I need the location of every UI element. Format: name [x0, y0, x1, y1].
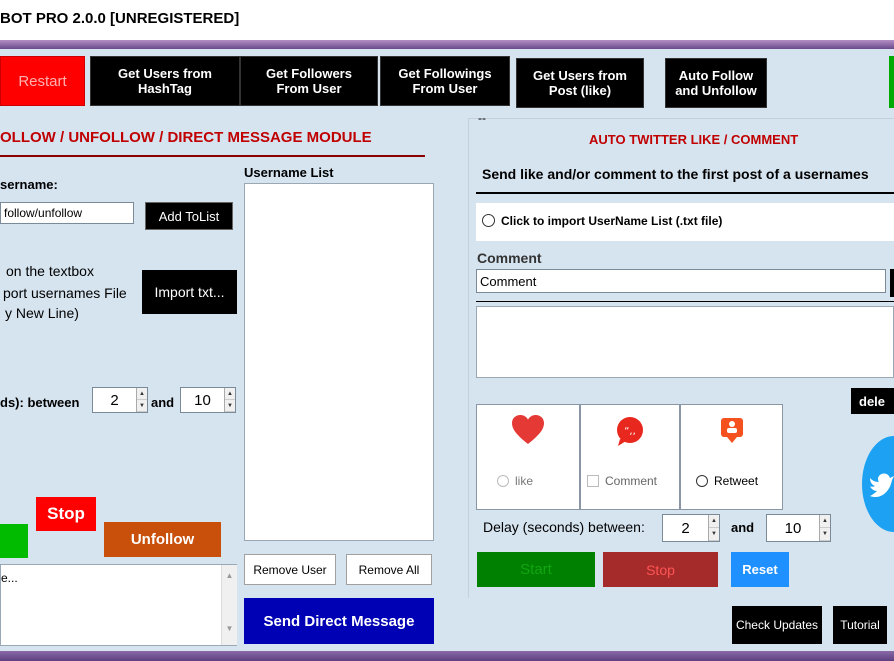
start-like-button[interactable]: Start	[477, 552, 595, 587]
delete-button[interactable]: dele	[851, 388, 894, 414]
log-scrollbar[interactable]: ▲ ▼	[221, 565, 237, 645]
import-txt-button[interactable]: Import txt...	[142, 270, 237, 314]
bird-icon	[870, 473, 894, 498]
right-delay-min-value: 2	[681, 519, 690, 537]
check-updates-button[interactable]: Check Updates	[732, 606, 822, 644]
like-radio-icon[interactable]	[497, 475, 509, 487]
right-delay-max-value: 10	[784, 519, 802, 537]
retweet-icon	[721, 418, 743, 443]
get-users-hashtag-button[interactable]: Get Users from HashTag	[90, 56, 240, 106]
retweet-radio-icon[interactable]	[696, 475, 708, 487]
left-delay-and: and	[151, 395, 175, 410]
log-box[interactable]: e... ▲ ▼	[0, 564, 237, 646]
tutorial-button[interactable]: Tutorial	[833, 606, 887, 644]
import-radio-label: Click to import UserName List (.txt file…	[501, 214, 723, 228]
window-title: BOT PRO 2.0.0 [UNREGISTERED]	[0, 10, 240, 27]
spin-down-icon[interactable]: ▼	[709, 528, 719, 541]
import-hint-line2: port usernames File	[3, 285, 127, 301]
left-delay-min-value: 2	[110, 391, 119, 409]
remove-all-button[interactable]: Remove All	[346, 554, 432, 585]
auto-twitter-subtitle: Send like and/or comment to the first po…	[482, 166, 869, 182]
comment-divider	[476, 301, 894, 302]
right-dash: --	[478, 111, 486, 125]
spin-up-icon[interactable]: ▲	[137, 388, 147, 400]
left-delay-min-spinner[interactable]: 2 ▲ ▼	[92, 387, 148, 413]
import-radio-icon[interactable]	[482, 214, 495, 227]
module-divider	[0, 155, 425, 157]
comment-side-button[interactable]	[890, 269, 894, 297]
comment-checkbox[interactable]	[587, 475, 599, 487]
retweet-label: Retweet	[714, 474, 759, 488]
username-label: sername:	[0, 177, 58, 192]
left-delay-max-spinner[interactable]: 10 ▲ ▼	[180, 387, 236, 413]
right-delay-max-spinner[interactable]: 10 ▲ ▼	[766, 514, 831, 542]
like-option-card[interactable]: like	[476, 404, 580, 510]
comment-bubble-icon: “,,	[617, 417, 643, 446]
auto-twitter-title: AUTO TWITTER LIKE / COMMENT	[589, 132, 799, 147]
import-radio-row[interactable]: Click to import UserName List (.txt file…	[476, 203, 894, 241]
bottom-border	[0, 651, 894, 661]
spin-down-icon[interactable]: ▼	[820, 528, 830, 541]
retweet-option-card[interactable]: Retweet	[680, 404, 783, 510]
import-hint-line1: on the textbox	[6, 263, 94, 279]
green-tab[interactable]	[889, 56, 894, 108]
stop-follow-button[interactable]: Stop	[36, 497, 96, 531]
username-list-label: Username List	[244, 165, 334, 180]
scroll-up-icon[interactable]: ▲	[222, 571, 237, 580]
right-delay-and: and	[731, 520, 755, 535]
unfollow-button[interactable]: Unfollow	[104, 522, 221, 557]
comment-textarea[interactable]	[476, 306, 894, 378]
start-follow-button[interactable]	[0, 524, 28, 558]
get-users-post-button[interactable]: Get Users from Post (like)	[516, 58, 644, 108]
auto-follow-button[interactable]: Auto Follow and Unfollow	[665, 58, 767, 108]
import-hint-line3: y New Line)	[5, 305, 79, 321]
right-delay-min-spinner[interactable]: 2 ▲ ▼	[662, 514, 720, 542]
username-input[interactable]: follow/unfollow	[0, 202, 134, 224]
svg-text:“,,: “,,	[624, 426, 636, 437]
left-delay-max-value: 10	[194, 391, 211, 409]
follow-module-title: OLLOW / UNFOLLOW / DIRECT MESSAGE MODULE	[0, 129, 372, 146]
comment-option-card[interactable]: “,, Comment	[580, 404, 680, 510]
right-delay-label: Delay (seconds) between:	[483, 519, 645, 535]
comment-option-label: Comment	[605, 474, 658, 488]
remove-user-button[interactable]: Remove User	[244, 554, 336, 585]
spin-up-icon[interactable]: ▲	[709, 515, 719, 528]
get-followers-button[interactable]: Get Followers From User	[240, 56, 378, 106]
heart-icon	[512, 415, 544, 444]
comment-input[interactable]: Comment	[476, 269, 886, 293]
send-dm-button[interactable]: Send Direct Message	[244, 598, 434, 644]
log-text: e...	[1, 571, 18, 585]
username-list-box[interactable]	[244, 183, 434, 541]
spin-up-icon[interactable]: ▲	[225, 388, 235, 400]
spin-down-icon[interactable]: ▼	[137, 400, 147, 412]
scroll-down-icon[interactable]: ▼	[222, 624, 237, 633]
like-label: like	[515, 474, 534, 488]
header-gradient	[0, 40, 894, 49]
left-delay-label: ds): between	[0, 395, 80, 410]
reset-button[interactable]: Reset	[731, 552, 789, 587]
comment-label: Comment	[477, 250, 542, 266]
get-followings-button[interactable]: Get Followings From User	[380, 56, 510, 106]
restart-button[interactable]: Restart	[0, 56, 85, 106]
right-divider	[476, 192, 894, 194]
add-to-list-button[interactable]: Add ToList	[145, 202, 233, 230]
spin-up-icon[interactable]: ▲	[820, 515, 830, 528]
spin-down-icon[interactable]: ▼	[225, 400, 235, 412]
stop-like-button[interactable]: Stop	[603, 552, 718, 587]
